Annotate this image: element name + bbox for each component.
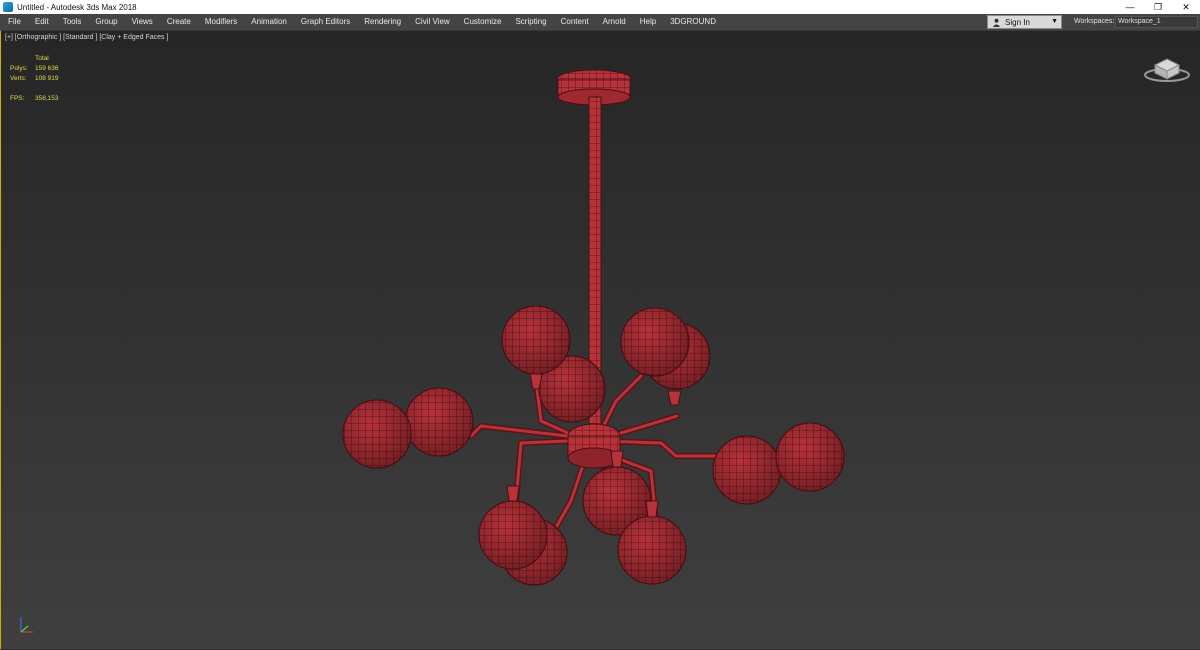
fps-label: FPS: — [10, 95, 25, 102]
user-icon — [992, 18, 1001, 27]
fps-value: 358,153 — [35, 95, 59, 102]
verts-label: Verts: — [10, 75, 27, 82]
sign-in-label: Sign In — [1005, 17, 1030, 27]
menu-rendering[interactable]: Rendering — [357, 14, 408, 30]
menu-animation[interactable]: Animation — [244, 14, 294, 30]
menu-graph-editors[interactable]: Graph Editors — [294, 14, 357, 30]
menu-create[interactable]: Create — [160, 14, 198, 30]
title-bar: Untitled - Autodesk 3ds Max 2018 — ❐ ✕ — [0, 0, 1200, 14]
menu-views[interactable]: Views — [125, 14, 160, 30]
sign-in-dropdown[interactable]: Sign In ▼ — [987, 15, 1062, 29]
menu-group[interactable]: Group — [88, 14, 124, 30]
axis-tripod-icon — [20, 617, 33, 633]
menu-civil-view[interactable]: Civil View — [408, 14, 457, 30]
workspaces-label: Workspaces: — [1074, 18, 1115, 25]
app-icon — [3, 2, 13, 12]
verts-value: 108 919 — [35, 75, 59, 82]
menu-help[interactable]: Help — [633, 14, 663, 30]
menu-3dground[interactable]: 3DGROUND — [663, 14, 723, 30]
menu-modifiers[interactable]: Modifiers — [198, 14, 244, 30]
statistics-overlay: Total Polys: 159 636 Verts: 108 919 FPS: 35… — [10, 54, 75, 104]
menu-bar: File Edit Tools Group Views Create Modif… — [0, 14, 1200, 30]
menu-content[interactable]: Content — [554, 14, 596, 30]
workspace-select[interactable]: Workspace_1 — [1115, 16, 1198, 28]
polys-label: Polys: — [10, 65, 28, 72]
minimize-button[interactable]: — — [1116, 0, 1144, 14]
chandelier-model[interactable] — [1, 31, 1200, 650]
perspective-viewport[interactable]: [+] [Orthographic ] [Standard ] [Clay + … — [0, 30, 1200, 649]
menu-scripting[interactable]: Scripting — [508, 14, 553, 30]
menu-tools[interactable]: Tools — [56, 14, 89, 30]
chevron-down-icon: ▼ — [1051, 18, 1058, 25]
menu-customize[interactable]: Customize — [457, 14, 509, 30]
viewcube-icon[interactable] — [1143, 51, 1191, 85]
close-button[interactable]: ✕ — [1172, 0, 1200, 14]
menu-edit[interactable]: Edit — [28, 14, 56, 30]
window-controls: — ❐ ✕ — [1116, 0, 1200, 14]
window-title: Untitled - Autodesk 3ds Max 2018 — [17, 2, 137, 12]
menu-arnold[interactable]: Arnold — [596, 14, 633, 30]
polys-value: 159 636 — [35, 65, 59, 72]
menu-file[interactable]: File — [0, 14, 28, 30]
stats-header: Total — [35, 55, 49, 62]
viewport-label[interactable]: [+] [Orthographic ] [Standard ] [Clay + … — [5, 34, 168, 41]
maximize-button[interactable]: ❐ — [1144, 0, 1172, 14]
